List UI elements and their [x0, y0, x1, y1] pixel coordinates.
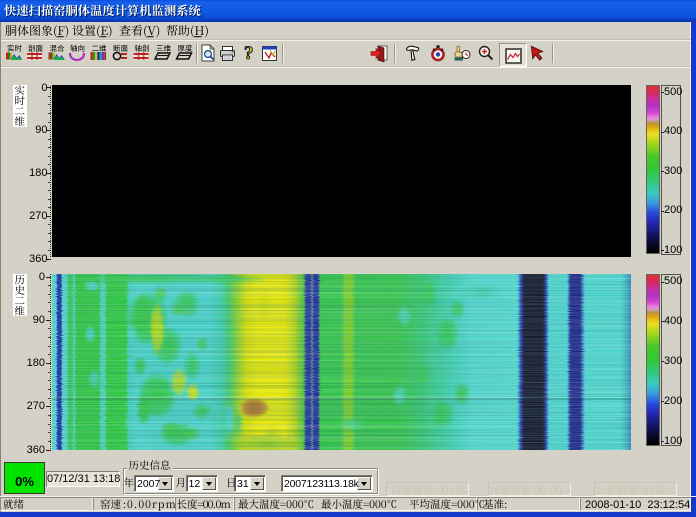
svg-text:?: ? [244, 43, 254, 64]
